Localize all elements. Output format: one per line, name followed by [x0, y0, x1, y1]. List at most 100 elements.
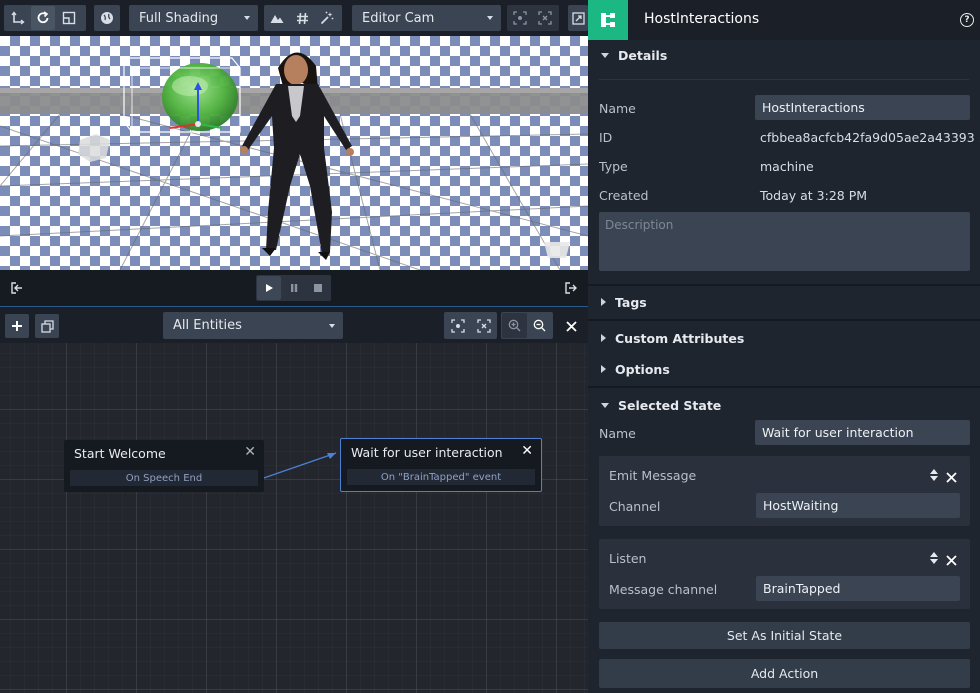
tags-section-header[interactable]: Tags: [588, 287, 980, 317]
add-action-button[interactable]: Add Action: [599, 659, 970, 688]
close-icon[interactable]: ✕: [244, 444, 256, 460]
entities-dropdown[interactable]: All Entities: [163, 312, 343, 339]
reorder-icon[interactable]: [929, 467, 939, 481]
rotate-tool-button[interactable]: [31, 6, 55, 30]
state-node-transition[interactable]: On "BrainTapped" event: [347, 469, 535, 485]
grid-toggle-button[interactable]: [290, 6, 314, 30]
close-icon[interactable]: ✕: [521, 443, 533, 459]
graph-frame-selection-button[interactable]: [445, 313, 470, 338]
close-graph-button[interactable]: [559, 314, 583, 338]
state-node-title: Start Welcome: [74, 445, 166, 461]
sign-out-icon: [565, 282, 577, 294]
state-name-field[interactable]: Wait for user interaction: [755, 420, 970, 445]
divider: [588, 386, 980, 388]
tags-header-label: Tags: [615, 294, 647, 310]
scale-icon: [62, 11, 76, 25]
camera-dropdown[interactable]: Editor Cam: [352, 5, 501, 31]
chevron-down-icon: [329, 323, 335, 328]
zoom-in-icon: [508, 319, 521, 332]
reorder-icon[interactable]: [929, 550, 939, 564]
chevron-right-icon: [601, 298, 606, 306]
custom-attributes-header-label: Custom Attributes: [615, 330, 745, 346]
exit-play-button[interactable]: [560, 277, 582, 299]
frame-all-button[interactable]: [533, 6, 557, 30]
state-node-wait-for-user-interaction[interactable]: Wait for user interaction ✕ On "BrainTap…: [340, 438, 542, 492]
custom-attributes-section-header[interactable]: Custom Attributes: [588, 323, 980, 353]
stop-button[interactable]: [306, 276, 330, 300]
divider: [588, 284, 980, 286]
fullscreen-button[interactable]: [568, 5, 588, 31]
state-machine-graph[interactable]: Start Welcome ✕ On Speech End Wait for u…: [0, 343, 588, 693]
entities-value: All Entities: [173, 318, 242, 333]
transition-arrow: [257, 452, 337, 481]
effects-button[interactable]: [315, 6, 339, 30]
playbar: [0, 270, 588, 306]
world-space-button[interactable]: [94, 5, 120, 31]
close-icon: [565, 320, 577, 332]
close-icon[interactable]: [946, 468, 958, 483]
details-header-label: Details: [618, 47, 668, 63]
type-value: machine: [760, 159, 814, 174]
set-initial-state-button[interactable]: Set As Initial State: [599, 622, 970, 649]
viewport-toolbar: Full Shading Editor Cam: [0, 0, 588, 36]
description-field[interactable]: Description: [599, 212, 970, 271]
pause-button[interactable]: [282, 276, 306, 300]
grid-icon: [296, 12, 308, 24]
character-model: [240, 52, 354, 260]
translate-icon: [11, 11, 25, 25]
chevron-right-icon: [601, 365, 606, 373]
state-node-start-welcome[interactable]: Start Welcome ✕ On Speech End: [64, 440, 264, 492]
options-header-label: Options: [615, 361, 670, 377]
frame-selection-button[interactable]: [508, 6, 532, 30]
play-button[interactable]: [257, 276, 281, 300]
rotate-icon: [37, 11, 49, 24]
properties-panel: HostInteractions ? Details Name HostInte…: [588, 0, 980, 693]
selected-state-section-header[interactable]: Selected State: [588, 390, 980, 420]
copy-icon: [40, 319, 54, 333]
graph-frame-all-button[interactable]: [471, 313, 496, 338]
state-node-title: Wait for user interaction: [351, 444, 503, 460]
emit-message-action: Emit Message Channel HostWaiting: [599, 456, 970, 526]
name-label: Name: [599, 101, 636, 116]
message-channel-label: Message channel: [609, 582, 718, 597]
action-title: Listen: [609, 551, 647, 566]
add-state-button[interactable]: [5, 314, 29, 338]
state-name-label: Name: [599, 426, 636, 441]
pause-icon: [291, 284, 298, 292]
expand-icon: [571, 11, 585, 25]
play-icon: [266, 284, 273, 292]
sign-in-icon: [11, 282, 22, 294]
chevron-down-icon: [244, 16, 250, 20]
help-icon[interactable]: ?: [960, 13, 974, 27]
magic-wand-icon: [320, 11, 334, 25]
chevron-down-icon: [601, 402, 609, 408]
zoom-out-button[interactable]: [527, 313, 552, 338]
details-section-header[interactable]: Details: [588, 40, 980, 70]
globe-icon: [101, 12, 113, 24]
frame-all-icon: [476, 318, 491, 333]
scene-viewport[interactable]: [0, 36, 588, 270]
shading-value: Full Shading: [139, 10, 219, 26]
chevron-down-icon: [487, 16, 493, 20]
shading-dropdown[interactable]: Full Shading: [129, 5, 258, 31]
plus-icon: [12, 321, 22, 331]
message-channel-field[interactable]: BrainTapped: [756, 576, 960, 601]
transition-label: On Speech End: [125, 472, 203, 484]
translate-tool-button[interactable]: [6, 6, 30, 30]
environment-button[interactable]: [265, 6, 289, 30]
name-field[interactable]: HostInteractions: [755, 95, 970, 120]
graph-toolbar: All Entities: [0, 307, 588, 343]
zoom-in-button[interactable]: [502, 313, 527, 338]
channel-field[interactable]: HostWaiting: [756, 493, 960, 518]
duplicate-button[interactable]: [35, 314, 59, 338]
enter-play-button[interactable]: [6, 277, 28, 299]
section-rule: [599, 79, 969, 80]
frame-selection-icon: [513, 11, 527, 25]
state-machine-logo: [588, 0, 628, 40]
close-icon[interactable]: [946, 551, 958, 566]
scale-tool-button[interactable]: [57, 6, 81, 30]
scene-render: [0, 52, 588, 270]
state-node-transition[interactable]: On Speech End: [70, 470, 258, 486]
id-label: ID: [599, 130, 613, 145]
options-section-header[interactable]: Options: [588, 354, 980, 384]
